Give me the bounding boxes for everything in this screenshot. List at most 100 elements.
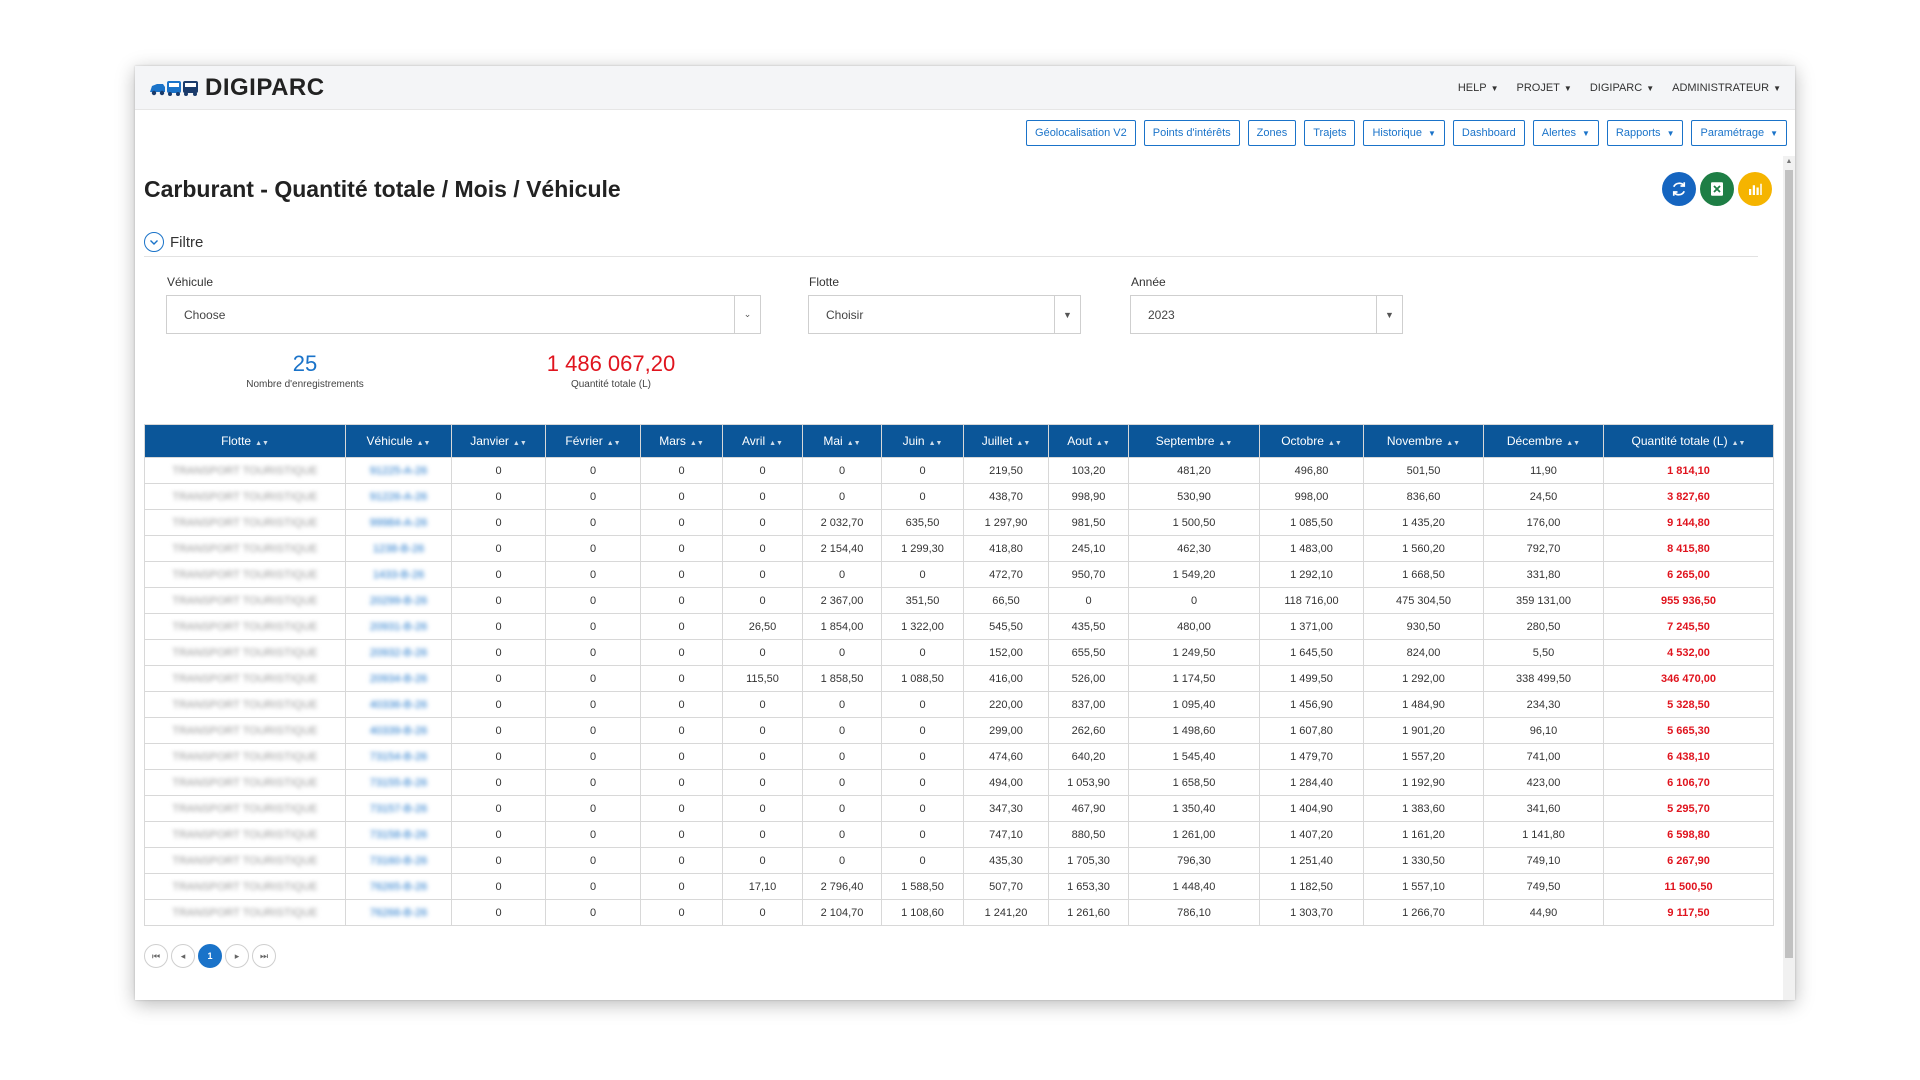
column-header[interactable]: Février ▲▼ <box>545 424 641 458</box>
month-cell: 0 <box>640 769 723 796</box>
column-header[interactable]: Aout ▲▼ <box>1048 424 1129 458</box>
menu-help[interactable]: HELP ▼ <box>1458 82 1499 94</box>
column-header[interactable]: Janvier ▲▼ <box>451 424 546 458</box>
vehicle-link[interactable]: 73158-B-26 <box>345 821 452 848</box>
column-header[interactable]: Novembre ▲▼ <box>1363 424 1484 458</box>
sort-icon[interactable]: ▲▼ <box>1218 440 1232 447</box>
table-row: TRANSPORT TOURISTIQUE 73158-B-26 0 0 0 0 0 0 747… <box>144 821 1774 848</box>
next-page-button[interactable]: ▸ <box>225 944 249 968</box>
column-header-label: Véhicule <box>366 434 413 448</box>
export-excel-button[interactable] <box>1700 172 1734 206</box>
sort-icon[interactable]: ▲▼ <box>769 440 783 447</box>
column-header[interactable]: Mai ▲▼ <box>802 424 882 458</box>
flotte-select[interactable]: Choisir ▼ <box>808 295 1081 334</box>
month-cell: 0 <box>881 717 964 744</box>
sort-icon[interactable]: ▲▼ <box>929 440 943 447</box>
vehicle-link[interactable]: 99984-A-26 <box>345 509 452 536</box>
annee-select[interactable]: 2023 ▼ <box>1130 295 1403 334</box>
sort-icon[interactable]: ▲▼ <box>690 440 704 447</box>
month-cell: 526,00 <box>1048 665 1129 692</box>
column-header[interactable]: Septembre ▲▼ <box>1128 424 1260 458</box>
flotte-select-value: Choisir <box>826 307 864 322</box>
nav-parametrage-button[interactable]: Paramétrage ▼ <box>1691 120 1787 146</box>
nav-geolocalisation-button[interactable]: Géolocalisation V2 <box>1026 120 1136 146</box>
vehicle-link[interactable]: 40336-B-26 <box>345 691 452 718</box>
sort-icon[interactable]: ▲▼ <box>417 440 431 447</box>
vehicle-link[interactable]: 91226-A-26 <box>345 483 452 510</box>
vehicle-link[interactable]: 1238-B-26 <box>345 535 452 562</box>
column-header[interactable]: Juin ▲▼ <box>881 424 964 458</box>
filter-toggle[interactable]: Filtre <box>144 232 203 252</box>
app-window: DIGIPARC HELP ▼ PROJET ▼ DIGIPARC ▼ ADMINIS… <box>135 66 1795 1000</box>
sort-icon[interactable]: ▲▼ <box>607 440 621 447</box>
column-header[interactable]: Quantité totale (L) ▲▼ <box>1603 424 1774 458</box>
month-cell: 0 <box>722 769 803 796</box>
sort-icon[interactable]: ▲▼ <box>847 440 861 447</box>
month-cell: 496,80 <box>1259 457 1364 484</box>
vehicle-link[interactable]: 40339-B-26 <box>345 717 452 744</box>
page-button-current[interactable]: 1 <box>198 944 222 968</box>
menu-administrateur[interactable]: ADMINISTRATEUR ▼ <box>1672 82 1781 94</box>
vehicle-link[interactable]: 73154-B-26 <box>345 743 452 770</box>
vehicle-link[interactable]: 76265-B-26 <box>345 873 452 900</box>
fleet-cell: TRANSPORT TOURISTIQUE <box>144 665 346 692</box>
brand-logo[interactable]: DIGIPARC <box>149 74 325 102</box>
column-header-label: Mai <box>823 434 843 448</box>
column-header[interactable]: Flotte ▲▼ <box>144 424 346 458</box>
nav-rapports-button[interactable]: Rapports ▼ <box>1606 120 1684 146</box>
nav-trajets-button[interactable]: Trajets <box>1304 120 1356 146</box>
chart-button[interactable] <box>1738 172 1772 206</box>
month-cell: 0 <box>451 821 546 848</box>
fleet-cell: TRANSPORT TOURISTIQUE <box>144 535 346 562</box>
sort-icon[interactable]: ▲▼ <box>1328 440 1342 447</box>
month-cell: 0 <box>640 483 723 510</box>
nav-alertes-button[interactable]: Alertes ▼ <box>1532 120 1599 146</box>
last-page-button[interactable]: ⏭ <box>252 944 276 968</box>
nav-zones-button[interactable]: Zones <box>1247 120 1297 146</box>
menu-projet[interactable]: PROJET ▼ <box>1517 82 1572 94</box>
vehicle-link[interactable]: 73160-B-26 <box>345 847 452 874</box>
vehicle-link[interactable]: 73155-B-26 <box>345 769 452 796</box>
vehicle-link[interactable]: 20932-B-26 <box>345 639 452 666</box>
total-cell: 346 470,00 <box>1603 665 1774 692</box>
column-header[interactable]: Véhicule ▲▼ <box>345 424 452 458</box>
table-row: TRANSPORT TOURISTIQUE 40339-B-26 0 0 0 0 0 0 299… <box>144 717 1774 744</box>
first-page-button[interactable]: ⏮ <box>144 944 168 968</box>
month-cell: 494,00 <box>963 769 1049 796</box>
nav-dashboard-button[interactable]: Dashboard <box>1452 120 1525 146</box>
vehicle-link[interactable]: 20934-B-26 <box>345 665 452 692</box>
vehicle-link[interactable]: 20931-B-26 <box>345 613 452 640</box>
sort-icon[interactable]: ▲▼ <box>1016 440 1030 447</box>
vehicle-link[interactable]: 1433-B-26 <box>345 561 452 588</box>
scroll-up-icon[interactable]: ▲ <box>1783 156 1795 168</box>
month-cell: 0 <box>1128 587 1260 614</box>
sort-icon[interactable]: ▲▼ <box>1566 440 1580 447</box>
month-cell: 930,50 <box>1363 613 1484 640</box>
month-cell: 480,00 <box>1128 613 1260 640</box>
sort-icon[interactable]: ▲▼ <box>513 440 527 447</box>
scrollbar-thumb[interactable] <box>1785 170 1793 958</box>
column-header[interactable]: Avril ▲▼ <box>722 424 803 458</box>
page-scrollbar[interactable]: ▲ <box>1783 156 1795 1000</box>
sort-icon[interactable]: ▲▼ <box>1732 440 1746 447</box>
sort-icon[interactable]: ▲▼ <box>1096 440 1110 447</box>
prev-page-button[interactable]: ◂ <box>171 944 195 968</box>
menu-digiparc[interactable]: DIGIPARC ▼ <box>1590 82 1654 94</box>
month-cell: 347,30 <box>963 795 1049 822</box>
vehicle-link[interactable]: 20299-B-26 <box>345 587 452 614</box>
vehicle-link[interactable]: 76266-B-26 <box>345 899 452 926</box>
column-header[interactable]: Mars ▲▼ <box>640 424 723 458</box>
sort-icon[interactable]: ▲▼ <box>1446 440 1460 447</box>
refresh-button[interactable] <box>1662 172 1696 206</box>
column-header[interactable]: Juillet ▲▼ <box>963 424 1049 458</box>
month-cell: 1 588,50 <box>881 873 964 900</box>
sort-icon[interactable]: ▲▼ <box>255 440 269 447</box>
vehicle-link[interactable]: 73157-B-26 <box>345 795 452 822</box>
nav-points-interets-button[interactable]: Points d'intérêts <box>1143 120 1240 146</box>
column-header[interactable]: Octobre ▲▼ <box>1259 424 1364 458</box>
vehicle-link[interactable]: 91225-A-26 <box>345 457 452 484</box>
month-cell: 1 141,80 <box>1483 821 1604 848</box>
vehicule-select[interactable]: Choose ⌄ <box>166 295 761 334</box>
column-header[interactable]: Décembre ▲▼ <box>1483 424 1604 458</box>
nav-historique-button[interactable]: Historique ▼ <box>1363 120 1445 146</box>
